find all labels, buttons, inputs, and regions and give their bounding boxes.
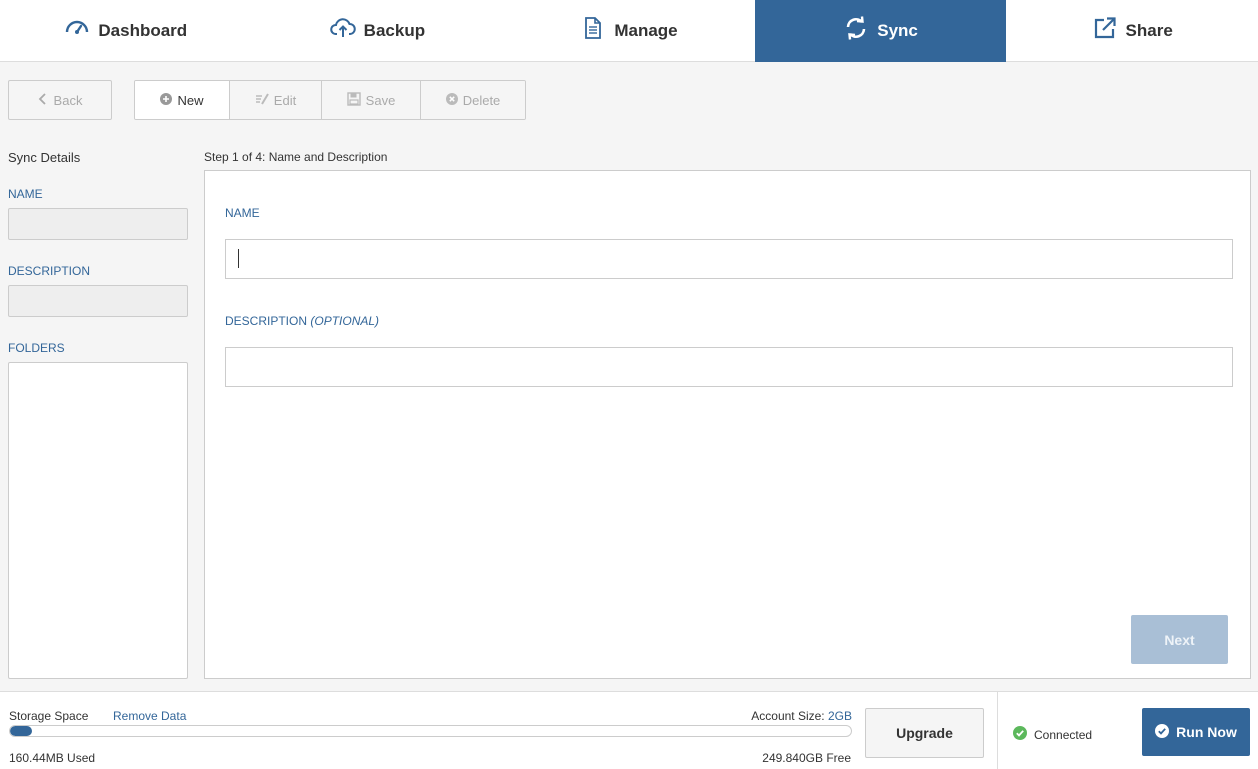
tab-share[interactable]: Share bbox=[1006, 0, 1258, 62]
new-button-label: New bbox=[177, 93, 203, 108]
tab-backup-label: Backup bbox=[364, 21, 425, 41]
description-label-text: DESCRIPTION bbox=[225, 314, 307, 328]
floppy-disk-icon bbox=[347, 92, 366, 109]
footer: Storage Space Remove Data Account Size: … bbox=[0, 691, 1258, 769]
new-button[interactable]: New bbox=[135, 81, 230, 119]
storage-free: 249.840GB Free bbox=[762, 751, 851, 765]
storage-usage-bar bbox=[9, 725, 852, 737]
tab-dashboard-label: Dashboard bbox=[98, 21, 187, 41]
name-field-label: NAME bbox=[225, 206, 260, 220]
footer-divider bbox=[997, 692, 998, 769]
account-size-value[interactable]: 2GB bbox=[828, 709, 852, 723]
toolbar-button-group: New Edit Save Delete bbox=[134, 80, 526, 120]
sidebar-description-label: DESCRIPTION bbox=[8, 264, 90, 278]
wizard-panel: NAME DESCRIPTION (OPTIONAL) Next bbox=[204, 170, 1251, 679]
save-button-label: Save bbox=[366, 93, 396, 108]
text-cursor bbox=[238, 249, 239, 268]
step-indicator: Step 1 of 4: Name and Description bbox=[204, 150, 387, 164]
upgrade-button[interactable]: Upgrade bbox=[865, 708, 984, 758]
tab-manage-label: Manage bbox=[614, 21, 677, 41]
speedometer-icon bbox=[64, 15, 90, 41]
back-button[interactable]: Back bbox=[8, 80, 112, 120]
tab-backup[interactable]: Backup bbox=[252, 0, 504, 62]
sync-icon bbox=[843, 15, 869, 41]
share-icon bbox=[1092, 15, 1118, 41]
connection-status-text: Connected bbox=[1034, 728, 1092, 742]
document-icon bbox=[580, 15, 606, 41]
description-input[interactable] bbox=[225, 347, 1233, 387]
tab-manage[interactable]: Manage bbox=[503, 0, 755, 62]
edit-button[interactable]: Edit bbox=[230, 81, 322, 119]
remove-data-link[interactable]: Remove Data bbox=[113, 709, 186, 723]
cloud-upload-icon bbox=[330, 15, 356, 41]
delete-button[interactable]: Delete bbox=[421, 81, 525, 119]
run-now-button[interactable]: Run Now bbox=[1142, 708, 1250, 756]
sidebar-description-value bbox=[8, 285, 188, 317]
tab-share-label: Share bbox=[1126, 21, 1173, 41]
tab-sync[interactable]: Sync bbox=[755, 0, 1007, 62]
connection-status: Connected bbox=[1013, 726, 1092, 743]
check-circle-icon bbox=[1155, 724, 1176, 741]
sidebar-name-label: NAME bbox=[8, 187, 43, 201]
edit-button-label: Edit bbox=[274, 93, 296, 108]
account-size-label: Account Size: bbox=[751, 709, 824, 723]
delete-button-label: Delete bbox=[463, 93, 501, 108]
optional-tag: (OPTIONAL) bbox=[310, 314, 379, 328]
account-size: Account Size: 2GB bbox=[751, 709, 852, 723]
close-circle-icon bbox=[446, 93, 463, 108]
chevron-left-icon bbox=[38, 93, 54, 108]
plus-circle-icon bbox=[160, 93, 177, 108]
sidebar-folders-list bbox=[8, 362, 188, 679]
next-button[interactable]: Next bbox=[1131, 615, 1228, 664]
storage-used: 160.44MB Used bbox=[9, 751, 95, 765]
description-field-label: DESCRIPTION (OPTIONAL) bbox=[225, 314, 379, 328]
check-circle-icon bbox=[1013, 726, 1034, 743]
back-button-label: Back bbox=[54, 93, 83, 108]
storage-usage-fill bbox=[10, 726, 32, 736]
sidebar-folders-label: FOLDERS bbox=[8, 341, 65, 355]
save-button[interactable]: Save bbox=[322, 81, 421, 119]
name-input[interactable] bbox=[225, 239, 1233, 279]
edit-icon bbox=[255, 93, 274, 108]
tab-sync-label: Sync bbox=[877, 21, 918, 41]
storage-space-label: Storage Space bbox=[9, 709, 88, 723]
sidebar-name-value bbox=[8, 208, 188, 240]
top-navigation: Dashboard Backup Manage Sync Share bbox=[0, 0, 1258, 62]
sync-details-title: Sync Details bbox=[8, 150, 80, 165]
run-now-label: Run Now bbox=[1176, 724, 1237, 740]
tab-dashboard[interactable]: Dashboard bbox=[0, 0, 252, 62]
